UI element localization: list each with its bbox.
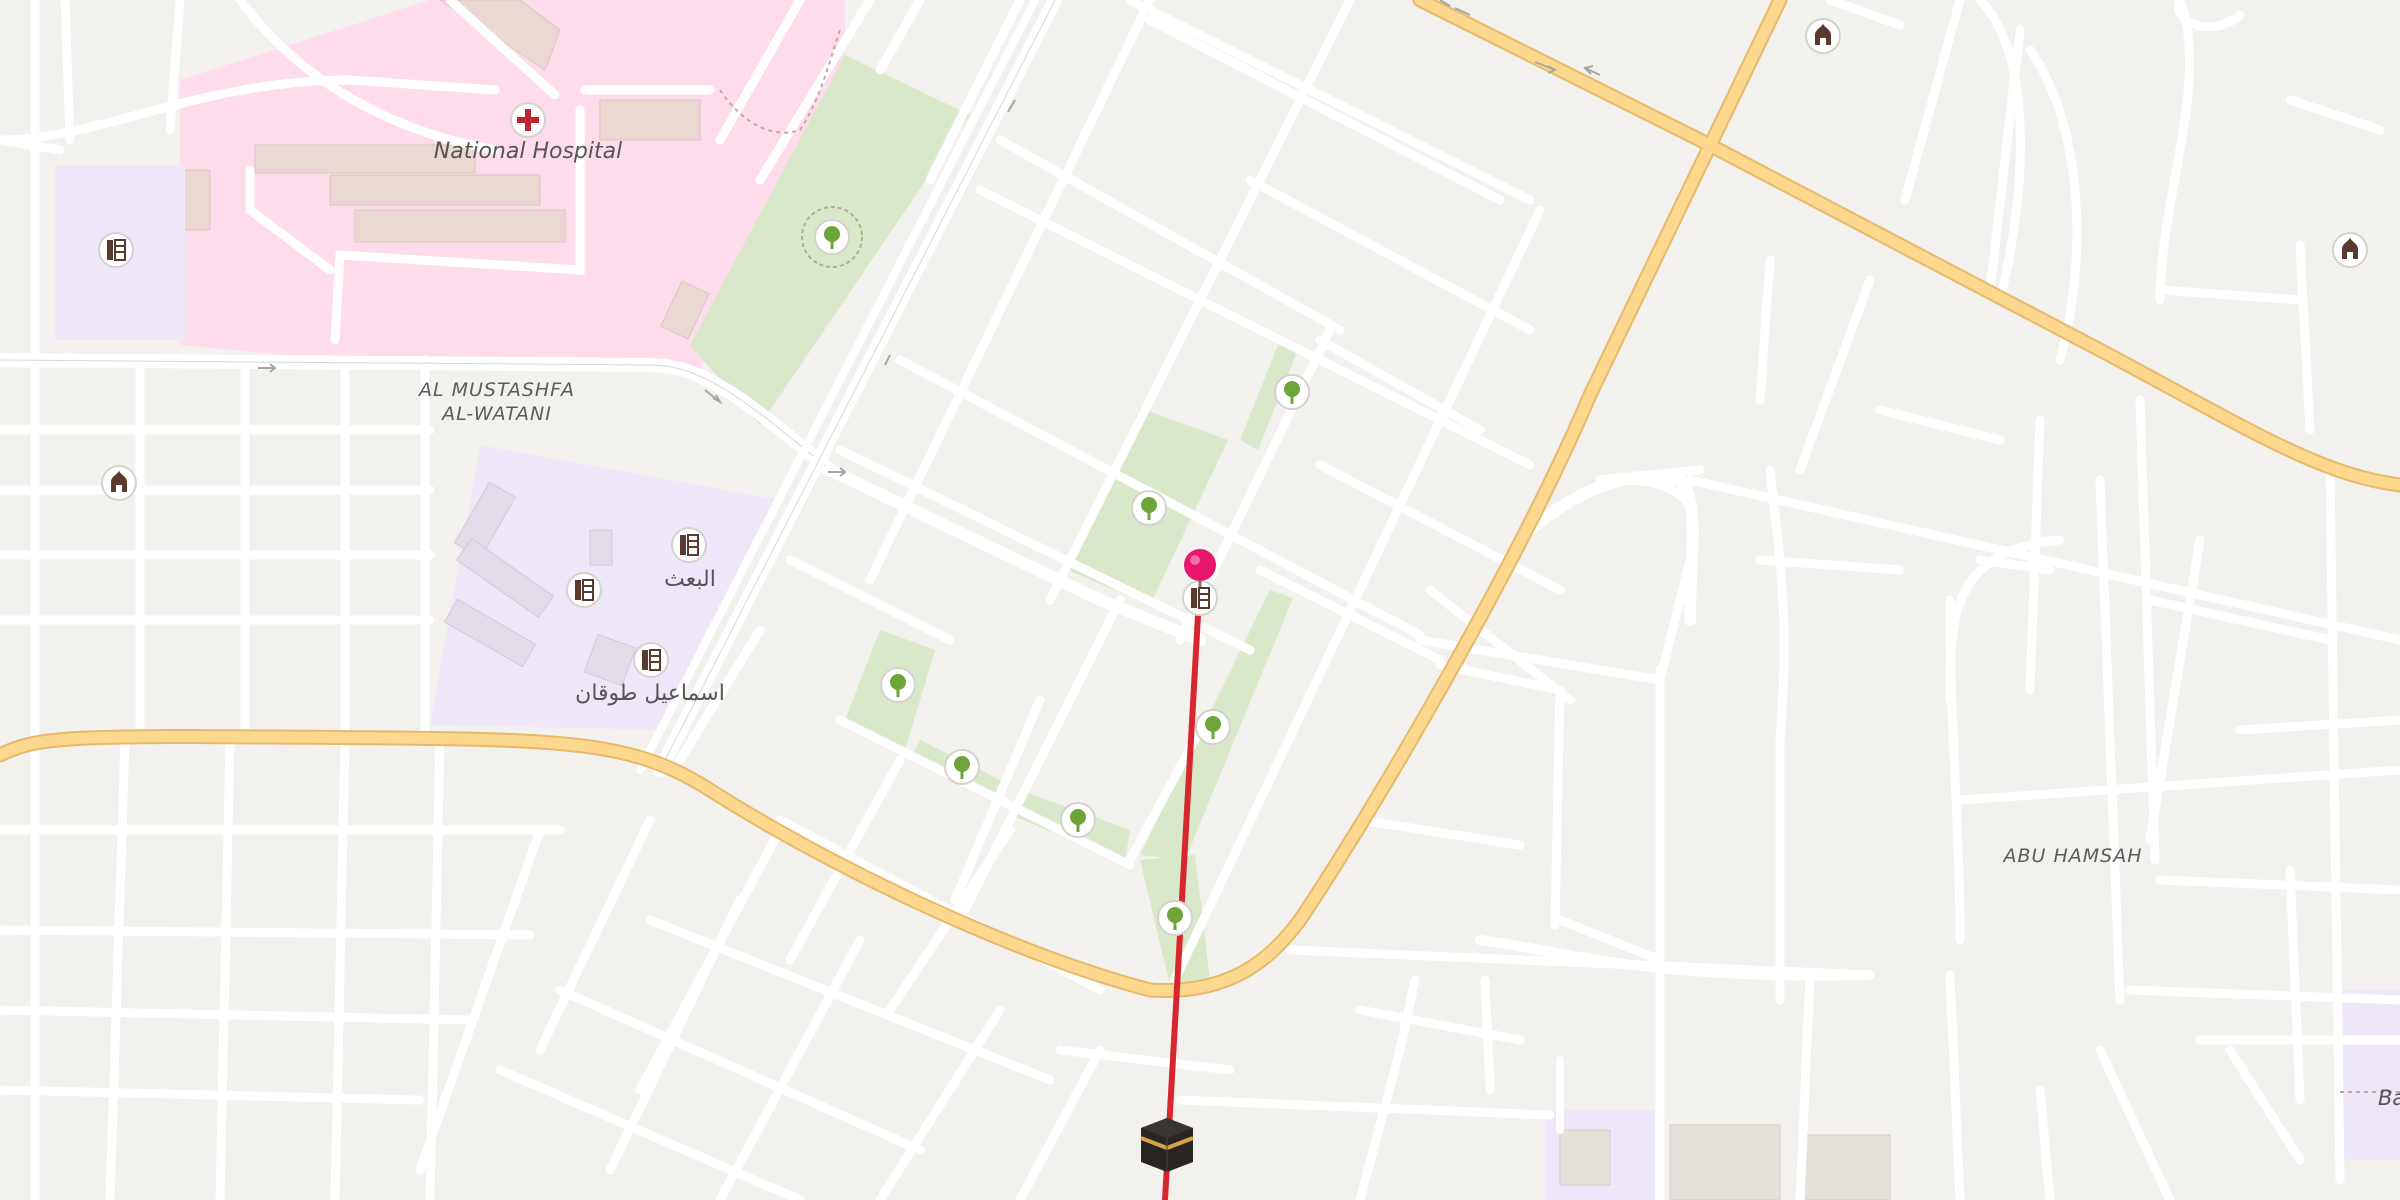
tree-icon[interactable]	[1195, 709, 1231, 745]
school-icon[interactable]	[566, 572, 602, 608]
tree-icon[interactable]	[1157, 900, 1193, 936]
school-area-east-edge	[2340, 990, 2400, 1160]
mosque-icon[interactable]	[2332, 232, 2368, 268]
district-label-line2: AL-WATANI	[440, 403, 552, 425]
hospital-label: National Hospital	[434, 139, 622, 164]
district-label-abu-hamsah: ABU HAMSAH	[2001, 845, 2142, 867]
edge-label: Ba	[2378, 1086, 2400, 1110]
school-icon[interactable]	[633, 642, 669, 678]
school-label-baath: البعث	[664, 567, 716, 592]
mosque-icon[interactable]	[101, 465, 137, 501]
school-icon[interactable]	[671, 527, 707, 563]
tree-icon[interactable]	[1274, 374, 1310, 410]
school-label-toqan: اسماعيل طوقان	[575, 681, 725, 706]
map-canvas[interactable]: National Hospital AL MUSTASHFA AL-WATANI…	[0, 0, 2400, 1200]
tree-icon[interactable]	[1060, 802, 1096, 838]
school-icon[interactable]	[98, 232, 134, 268]
tree-icon[interactable]	[1131, 490, 1167, 526]
mosque-icon[interactable]	[1805, 18, 1841, 54]
hospital-cross-icon[interactable]	[510, 102, 546, 138]
district-label-line1: AL MUSTASHFA	[417, 379, 575, 401]
kaaba-icon[interactable]	[1140, 1118, 1194, 1172]
map-svg[interactable]: National Hospital AL MUSTASHFA AL-WATANI…	[0, 0, 2400, 1200]
tree-icon[interactable]	[880, 667, 916, 703]
tree-icon[interactable]	[944, 749, 980, 785]
